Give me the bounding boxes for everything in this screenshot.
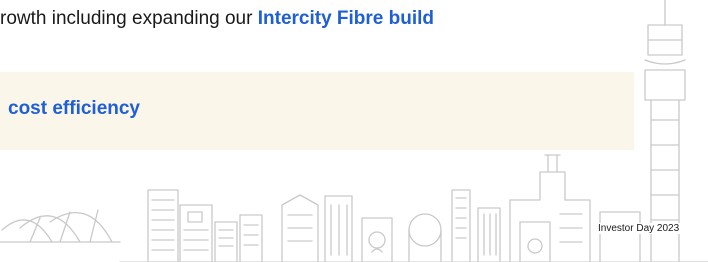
buildings-left-icon	[147, 189, 263, 262]
buildings-middle-icon	[281, 189, 501, 262]
opera-house-icon	[0, 209, 121, 243]
footer-label: Investor Day 2023	[597, 223, 681, 234]
buildings-right-icon	[509, 154, 641, 262]
